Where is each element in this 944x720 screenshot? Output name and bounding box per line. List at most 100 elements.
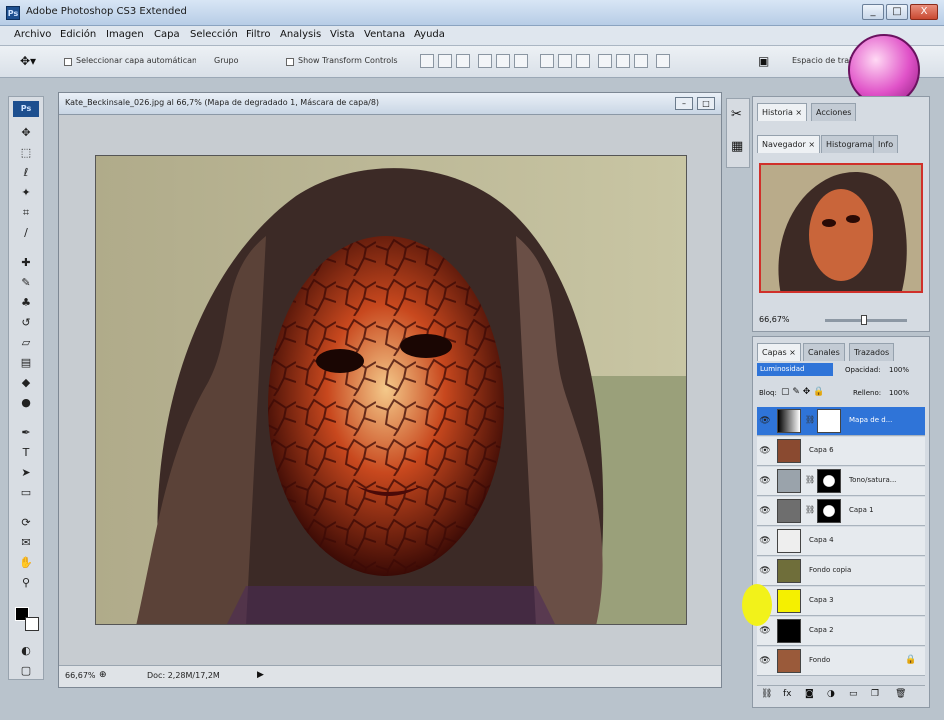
layer-mask-thumbnail[interactable]: [817, 409, 841, 433]
tab-historia[interactable]: Historia ×: [757, 103, 808, 121]
chain-icon[interactable]: ⛓: [805, 475, 815, 484]
layer-row[interactable]: 👁 ⛓ Tono/satura...: [757, 467, 925, 496]
add-mask-icon[interactable]: ◙: [805, 689, 814, 699]
autoselect-dropdown[interactable]: Grupo: [214, 56, 266, 65]
distribute-middle-icon[interactable]: [558, 54, 572, 68]
history-brush-icon[interactable]: ↺: [17, 315, 35, 331]
screen-mode-icon[interactable]: ▢: [17, 663, 35, 679]
menu-vista[interactable]: Vista: [330, 29, 355, 40]
crop-tool-icon[interactable]: ⌗: [17, 205, 35, 221]
doc-maximize-button[interactable]: □: [697, 97, 715, 110]
layer-style-icon[interactable]: fx: [783, 689, 792, 699]
distribute-center-icon[interactable]: [616, 54, 630, 68]
hand-tool-icon[interactable]: ✋: [17, 555, 35, 571]
notes-tool-icon[interactable]: ✉: [17, 535, 35, 551]
tab-histograma[interactable]: Histograma: [821, 135, 878, 153]
minimize-button[interactable]: _: [862, 4, 884, 20]
tab-canales[interactable]: Canales: [803, 343, 845, 361]
navigator-zoom[interactable]: 66,67%: [759, 315, 790, 324]
tab-navegador[interactable]: Navegador ×: [757, 135, 821, 153]
eye-icon[interactable]: 👁: [759, 655, 771, 667]
layer-row[interactable]: 👁 Capa 2: [757, 617, 925, 646]
menu-filtro[interactable]: Filtro: [246, 29, 271, 40]
blur-tool-icon[interactable]: ◆: [17, 375, 35, 391]
adjustment-layer-icon[interactable]: ◑: [827, 689, 835, 699]
eye-icon[interactable]: 👁: [759, 535, 771, 547]
new-group-icon[interactable]: ▭: [849, 689, 858, 699]
distribute-top-icon[interactable]: [540, 54, 554, 68]
eyedropper-icon[interactable]: ∕: [17, 225, 35, 241]
blend-mode-select[interactable]: Luminosidad: [757, 363, 833, 376]
navigator-slider-handle[interactable]: [861, 315, 867, 325]
status-arrow-icon[interactable]: ▶: [257, 670, 264, 680]
workspace-icon[interactable]: ▣: [758, 54, 769, 68]
magic-wand-icon[interactable]: ✦: [17, 185, 35, 201]
marquee-tool-icon[interactable]: ⬚: [17, 145, 35, 161]
image-canvas[interactable]: [95, 155, 687, 625]
pen-tool-icon[interactable]: ✒: [17, 425, 35, 441]
chain-icon[interactable]: ⛓: [805, 415, 815, 424]
tab-trazados[interactable]: Trazados: [849, 343, 895, 361]
tools-panel-icon[interactable]: ✂: [731, 107, 742, 122]
layer-row[interactable]: 👁 Fondo 🔒: [757, 647, 925, 676]
eye-icon[interactable]: 👁: [759, 505, 771, 517]
menu-edicion[interactable]: Edición: [60, 29, 96, 40]
align-center-icon[interactable]: [496, 54, 510, 68]
fill-field[interactable]: 100%: [889, 389, 909, 397]
move-tool-icon[interactable]: ✥▾: [20, 54, 36, 68]
menu-ayuda[interactable]: Ayuda: [414, 29, 445, 40]
align-middle-icon[interactable]: [438, 54, 452, 68]
layer-row[interactable]: 👁 ⛓ Capa 1: [757, 497, 925, 526]
new-layer-icon[interactable]: ❐: [871, 689, 879, 699]
tab-acciones[interactable]: Acciones: [811, 103, 857, 121]
healing-brush-icon[interactable]: ✚: [17, 255, 35, 271]
link-layers-icon[interactable]: ⛓: [761, 689, 772, 699]
eraser-tool-icon[interactable]: ▱: [17, 335, 35, 351]
background-color-swatch[interactable]: [25, 617, 39, 631]
transform-checkbox[interactable]: [286, 58, 294, 66]
doc-minimize-button[interactable]: –: [675, 97, 693, 110]
distribute-left-icon[interactable]: [598, 54, 612, 68]
ps-logo-icon[interactable]: Ps: [13, 101, 39, 117]
shape-tool-icon[interactable]: ▭: [17, 485, 35, 501]
opacity-field[interactable]: 100%: [889, 366, 909, 374]
menu-imagen[interactable]: Imagen: [106, 29, 144, 40]
zoom-tool-icon[interactable]: ⚲: [17, 575, 35, 591]
distribute-bottom-icon[interactable]: [576, 54, 590, 68]
layer-mask-thumbnail[interactable]: [817, 499, 841, 523]
layer-row[interactable]: 👁 Capa 6: [757, 437, 925, 466]
align-bottom-icon[interactable]: [456, 54, 470, 68]
move-tool-icon[interactable]: ✥: [17, 125, 35, 141]
menu-archivo[interactable]: Archivo: [14, 29, 51, 40]
distribute-right-icon[interactable]: [634, 54, 648, 68]
dodge-tool-icon[interactable]: ●: [17, 395, 35, 411]
layer-mask-thumbnail[interactable]: [817, 469, 841, 493]
gradient-tool-icon[interactable]: ▤: [17, 355, 35, 371]
maximize-button[interactable]: □: [886, 4, 908, 20]
lock-icons[interactable]: ▢ ✎ ✥ 🔒: [781, 387, 824, 397]
clone-stamp-icon[interactable]: ♣: [17, 295, 35, 311]
status-menu-icon[interactable]: ⊕: [99, 670, 107, 680]
menu-ventana[interactable]: Ventana: [364, 29, 405, 40]
navigator-thumbnail[interactable]: [759, 163, 923, 293]
layer-row[interactable]: 👁 Capa 4: [757, 527, 925, 556]
layer-comps-icon[interactable]: ▦: [731, 139, 743, 154]
lasso-tool-icon[interactable]: ℓ: [17, 165, 35, 181]
eye-icon[interactable]: 👁: [759, 475, 771, 487]
tab-info[interactable]: Info: [873, 135, 899, 153]
layer-row[interactable]: 👁 ⛓ Mapa de d...: [757, 407, 925, 436]
menu-seleccion[interactable]: Selección: [190, 29, 238, 40]
menu-capa[interactable]: Capa: [154, 29, 180, 40]
eye-icon[interactable]: 👁: [759, 565, 771, 577]
auto-align-icon[interactable]: [656, 54, 670, 68]
brush-tool-icon[interactable]: ✎: [17, 275, 35, 291]
tab-capas[interactable]: Capas ×: [757, 343, 801, 361]
quick-mask-icon[interactable]: ◐: [17, 643, 35, 659]
align-top-icon[interactable]: [420, 54, 434, 68]
eye-icon[interactable]: 👁: [759, 415, 771, 427]
align-left-icon[interactable]: [478, 54, 492, 68]
eye-icon[interactable]: 👁: [759, 445, 771, 457]
zoom-field[interactable]: 66,67%: [65, 671, 96, 680]
path-selection-icon[interactable]: ➤: [17, 465, 35, 481]
type-tool-icon[interactable]: T: [17, 445, 35, 461]
